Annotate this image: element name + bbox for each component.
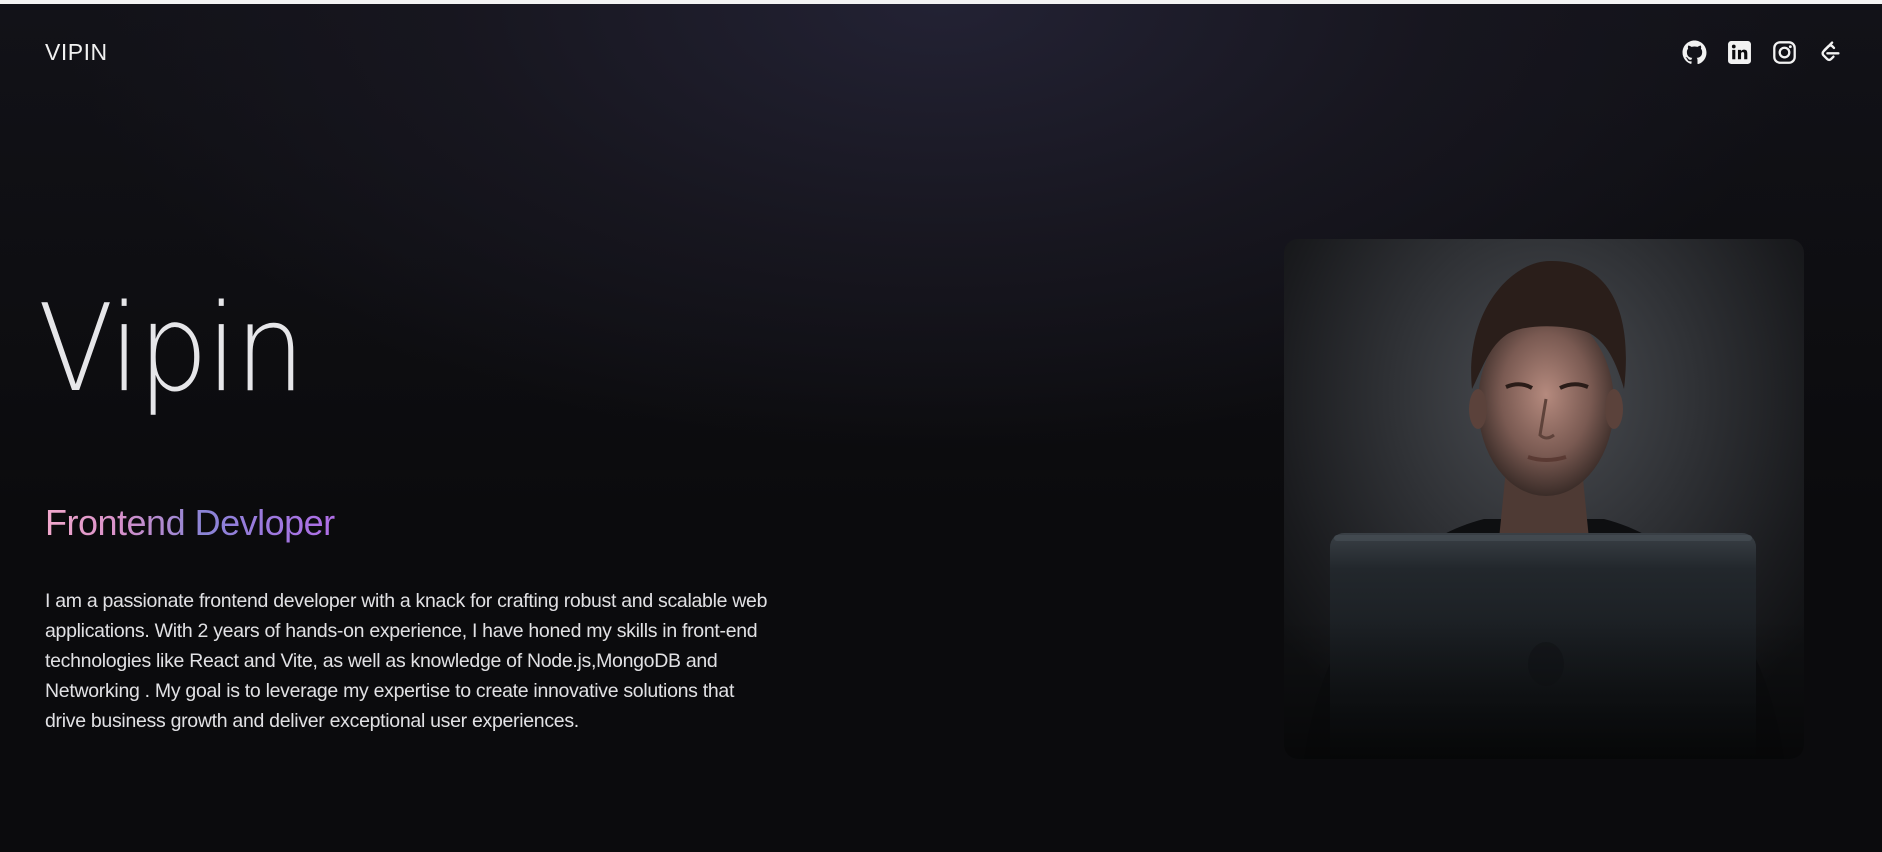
person-at-laptop-photo bbox=[1284, 260, 1804, 759]
page-background: VIPIN Vipin Frontend Devloper I am a pas… bbox=[0, 0, 1882, 852]
profile-photo bbox=[1284, 239, 1804, 759]
navbar: VIPIN bbox=[0, 4, 1882, 100]
role-title: Frontend Devloper bbox=[45, 502, 335, 543]
bio-text: I am a passionate frontend developer wit… bbox=[45, 590, 768, 732]
brand-logo[interactable]: VIPIN bbox=[45, 39, 108, 66]
github-icon[interactable] bbox=[1682, 40, 1707, 65]
leetcode-icon[interactable] bbox=[1817, 40, 1842, 65]
linkedin-icon[interactable] bbox=[1727, 40, 1752, 65]
hero-name: Vipin bbox=[38, 280, 305, 419]
social-links bbox=[1682, 40, 1842, 65]
instagram-icon[interactable] bbox=[1772, 40, 1797, 65]
